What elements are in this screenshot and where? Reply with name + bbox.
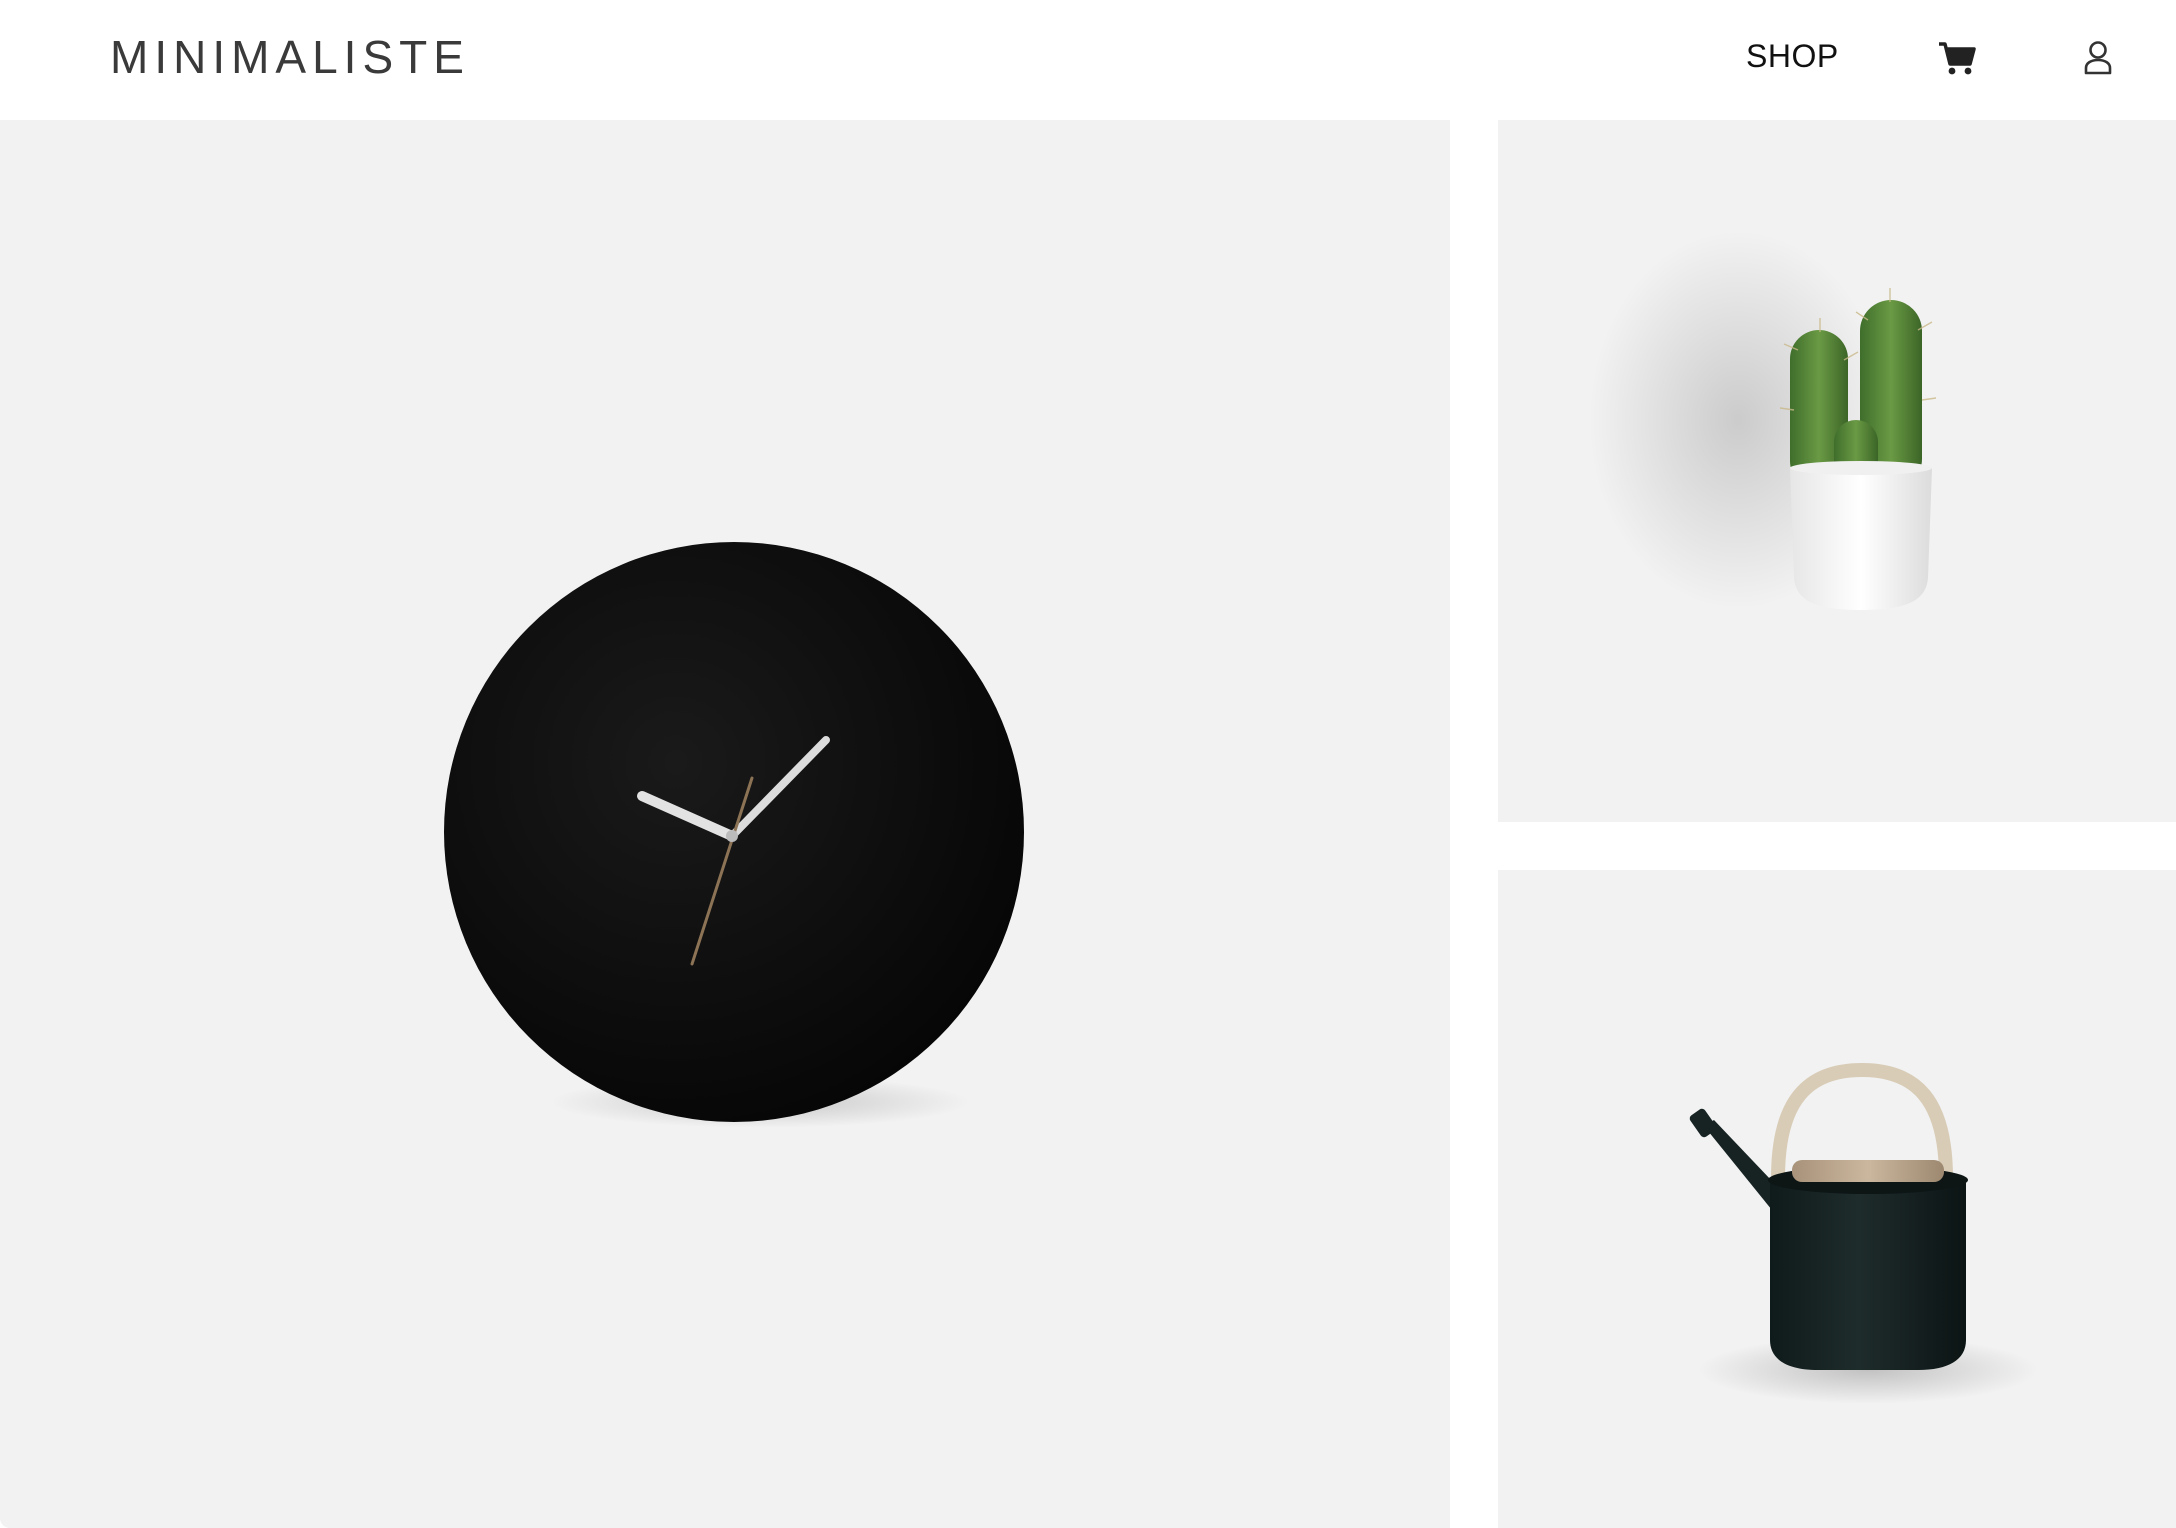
- user-icon: [2084, 41, 2112, 75]
- site-header: MINIMALISTE SHOP: [0, 0, 2176, 120]
- clock-image: [444, 542, 1024, 1128]
- cactus-image: [1588, 230, 1937, 610]
- account-button[interactable]: [2076, 36, 2120, 80]
- cart-icon: [1939, 42, 1976, 75]
- nav-shop-link[interactable]: SHOP: [1746, 38, 1839, 75]
- kettle-image: [1689, 1062, 2038, 1404]
- brand-logo[interactable]: MINIMALISTE: [110, 30, 470, 84]
- product-tile-kettle[interactable]: [1498, 870, 2176, 1528]
- product-tile-cactus[interactable]: [1498, 120, 2176, 822]
- cart-button[interactable]: [1935, 36, 1979, 80]
- product-tile-clock[interactable]: [0, 120, 1450, 1528]
